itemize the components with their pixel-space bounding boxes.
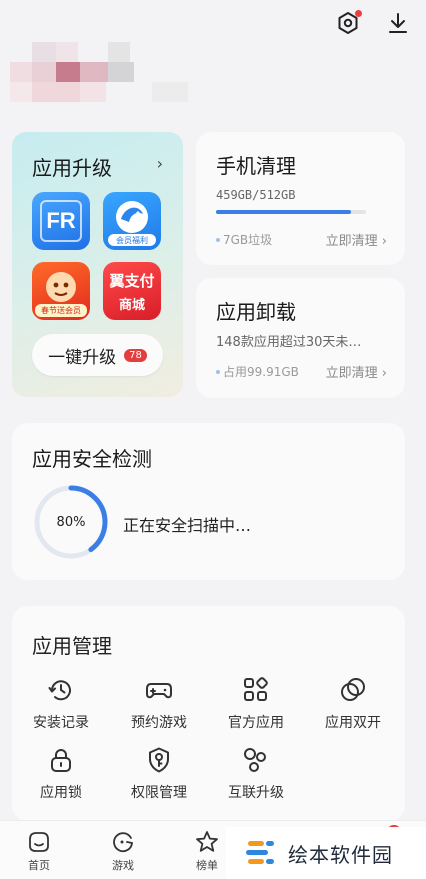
security-title: 应用安全检测 <box>32 447 152 471</box>
official-apps-label: 官方应用 <box>228 715 284 731</box>
one-click-upgrade-label: 一键升级 <box>48 347 117 368</box>
install-history-button[interactable]: 安装记录 <box>21 676 101 732</box>
reserve-games-label: 预约游戏 <box>131 715 187 731</box>
phone-cleanup-card[interactable]: 手机清理 459GB/512GB 7GB垃圾 立即清理 › <box>196 132 405 265</box>
bottom-navigation: 首页 游戏 榜单 绘本软件园 <box>0 820 426 879</box>
shield-key-icon <box>149 747 169 773</box>
dual-apps-label: 应用双开 <box>325 715 381 731</box>
scan-status: 正在安全扫描中… <box>123 516 252 535</box>
upgrade-title: 应用升级 <box>32 156 112 180</box>
watermark: 绘本软件园 <box>226 827 426 879</box>
uc-app-label: 春节送会员 <box>35 304 87 317</box>
uc-app-icon[interactable]: 春节送会员 <box>32 262 90 320</box>
dolphin-app-label: 会员福利 <box>108 234 156 246</box>
reserve-games-button[interactable]: 预约游戏 <box>119 676 199 732</box>
connected-circles-icon <box>244 748 266 772</box>
yipay-app-icon[interactable]: 翼支付 商城 <box>103 262 161 320</box>
dolphin-app-icon[interactable]: 会员福利 <box>103 192 161 250</box>
settings-button[interactable] <box>334 9 362 37</box>
game-icon <box>113 832 133 853</box>
occupied-size-text: 占用99.91GB <box>223 365 299 379</box>
app-management-card: 应用管理 安装记录 预约游戏 官方应用 应用双开 应用锁 权限管理 互联升级 <box>12 606 405 821</box>
uninstall-subtitle: 148款应用超过30天未… <box>216 335 362 350</box>
security-check-card[interactable]: 应用安全检测 80% 正在安全扫描中… <box>12 423 405 580</box>
app-upgrade-card[interactable]: 应用升级 › FR 会员福利 春节送会员 翼支付 商城 一键升级 78 <box>12 132 183 397</box>
download-icon <box>389 13 407 33</box>
mutual-upgrade-button[interactable]: 互联升级 <box>216 746 296 802</box>
bullet-dot-icon <box>216 369 220 374</box>
download-button[interactable] <box>384 9 412 37</box>
nav-games[interactable]: 游戏 <box>95 829 151 873</box>
mutual-upgrade-label: 互联升级 <box>228 785 284 801</box>
bullet-dot-icon <box>216 237 220 242</box>
nav-home[interactable]: 首页 <box>11 829 67 873</box>
yipay-app-label: 翼支付 <box>109 272 155 290</box>
lock-icon <box>51 749 71 772</box>
official-apps-button[interactable]: 官方应用 <box>216 676 296 732</box>
nav-home-label: 首页 <box>28 859 50 872</box>
app-uninstall-card[interactable]: 应用卸载 148款应用超过30天未… 占用99.91GB 立即清理 › <box>196 278 405 398</box>
occupied-size: 占用99.91GB <box>216 363 299 380</box>
yipay-app-sublabel: 商城 <box>118 298 145 313</box>
dual-apps-button[interactable]: 应用双开 <box>313 676 393 732</box>
user-profile-blurred[interactable] <box>10 40 190 104</box>
permissions-label: 权限管理 <box>131 785 187 801</box>
upgrade-count-badge: 78 <box>124 348 147 362</box>
home-smile-icon <box>29 832 49 852</box>
storage-progress-fill <box>216 210 351 214</box>
star-icon <box>196 831 218 852</box>
dual-circle-icon <box>341 678 365 701</box>
gamepad-icon <box>146 683 172 699</box>
nav-games-label: 游戏 <box>112 859 134 872</box>
watermark-text: 绘本软件园 <box>288 842 393 867</box>
junk-size: 7GB垃圾 <box>216 231 272 248</box>
storage-progress-bar <box>216 210 366 214</box>
install-history-label: 安装记录 <box>33 715 89 731</box>
junk-size-text: 7GB垃圾 <box>223 233 273 247</box>
fr-app-label: FR <box>46 208 76 233</box>
uninstall-cleanup-link[interactable]: 立即清理 › <box>326 362 387 381</box>
notification-dot <box>355 10 362 17</box>
grid-apps-icon <box>244 677 268 701</box>
one-click-upgrade-button[interactable]: 一键升级 78 <box>32 334 163 376</box>
uninstall-title: 应用卸载 <box>216 300 296 324</box>
app-lock-label: 应用锁 <box>40 785 82 801</box>
fr-app-icon[interactable]: FR <box>32 192 90 250</box>
scan-percent: 80% <box>56 514 86 530</box>
cleanup-now-link[interactable]: 立即清理 › <box>326 230 387 249</box>
clock-history-icon <box>48 680 71 701</box>
management-title: 应用管理 <box>32 634 112 658</box>
watermark-logo-icon <box>246 841 274 864</box>
cleanup-title: 手机清理 <box>216 154 296 178</box>
top-bar <box>334 6 412 40</box>
permissions-button[interactable]: 权限管理 <box>119 746 199 802</box>
chevron-right-icon[interactable]: › <box>157 154 163 173</box>
storage-usage: 459GB/512GB <box>216 188 296 202</box>
app-lock-button[interactable]: 应用锁 <box>21 746 101 802</box>
